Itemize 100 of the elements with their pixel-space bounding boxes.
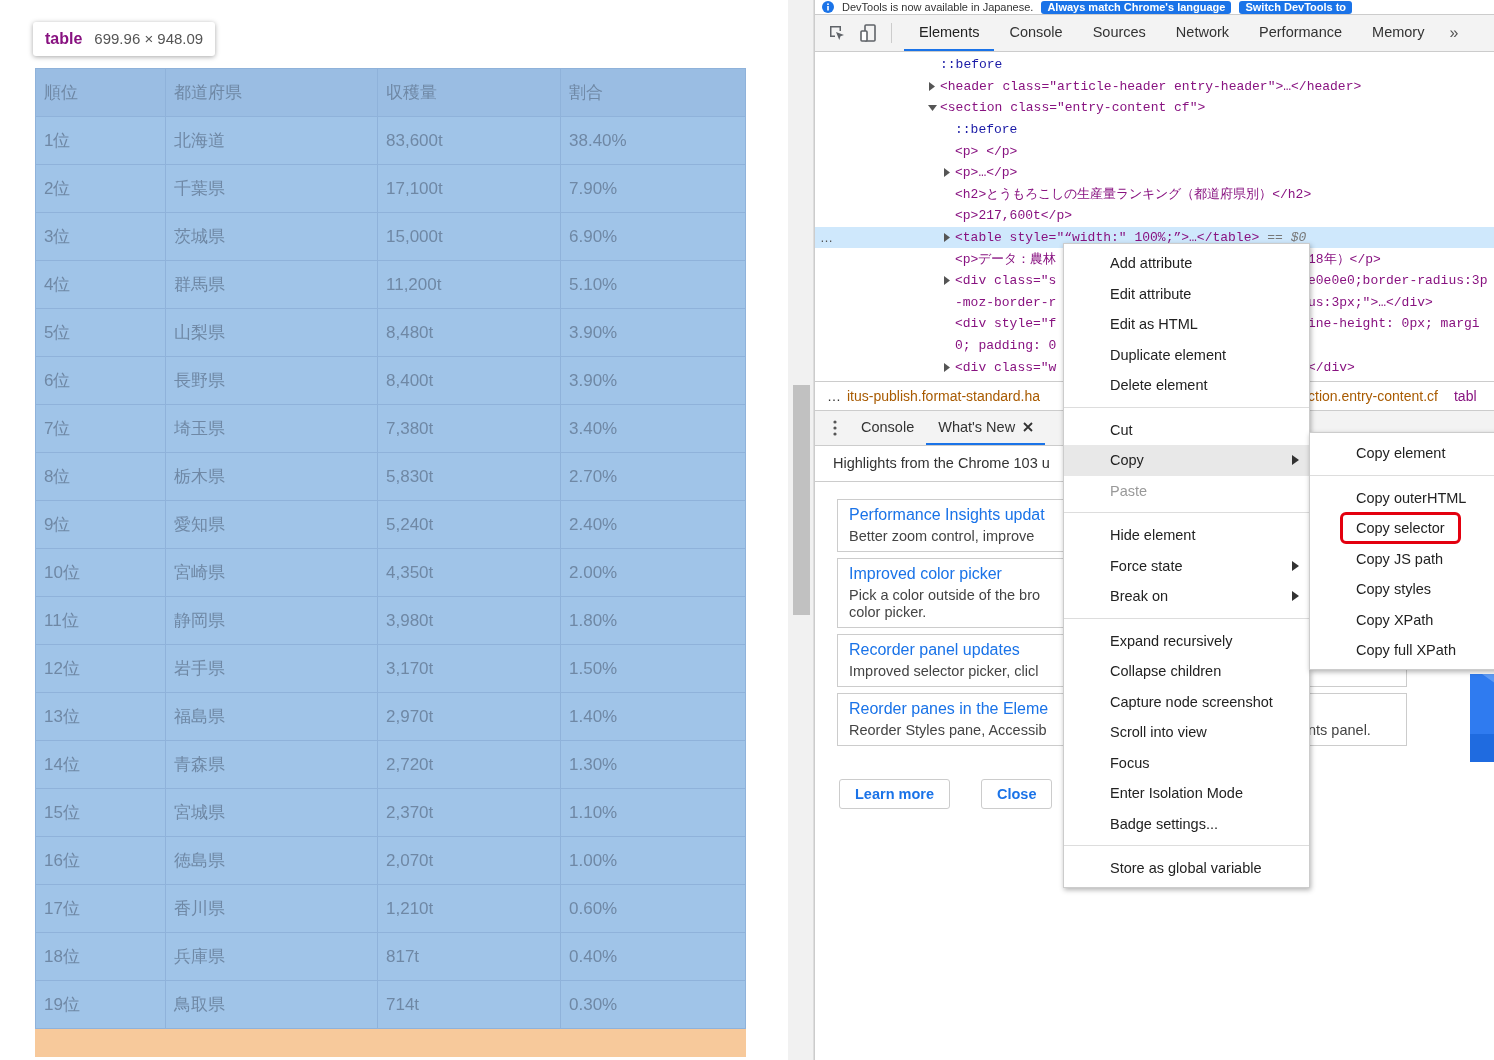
- drawer-button[interactable]: Learn more: [839, 779, 950, 809]
- menu-item[interactable]: Duplicate element: [1064, 339, 1309, 370]
- table-cell: 0.60%: [560, 884, 746, 933]
- code-line: <h2>とうもろこしの生産量ランキング（都道府県別）</h2>: [955, 186, 1312, 204]
- panel-tab[interactable]: Console: [994, 15, 1078, 51]
- menu-item[interactable]: Edit attribute: [1064, 278, 1309, 309]
- panel-tab[interactable]: Sources: [1077, 15, 1161, 51]
- table-cell: 埼玉県: [165, 404, 378, 453]
- table-cell: 千葉県: [165, 164, 378, 213]
- selection-marker: == $0: [1267, 230, 1307, 246]
- table-cell: 3.40%: [560, 404, 746, 453]
- menu-item[interactable]: Delete element: [1064, 370, 1309, 401]
- menu-item[interactable]: Copy full XPath: [1340, 634, 1472, 667]
- menu-label: Badge settings...: [1110, 815, 1218, 832]
- scrollbar-thumb[interactable]: [793, 385, 810, 615]
- menu-item[interactable]: Hide element: [1064, 520, 1309, 551]
- more-menu-icon[interactable]: [833, 420, 837, 436]
- table-cell: 8,400t: [377, 356, 561, 405]
- menu-label: Edit as HTML: [1110, 316, 1198, 333]
- table-cell: 静岡県: [165, 596, 378, 645]
- menu-item[interactable]: Edit as HTML: [1064, 309, 1309, 340]
- menu-item[interactable]: Collapse children: [1064, 656, 1309, 687]
- table-cell: 香川県: [165, 884, 378, 933]
- card-title[interactable]: Performance Insights updat: [849, 506, 1045, 524]
- more-dots[interactable]: …: [820, 230, 833, 246]
- table-cell: 1.30%: [560, 740, 746, 789]
- tooltip-size: 699.96 × 948.09: [94, 30, 204, 47]
- panel-tab[interactable]: Network: [1160, 15, 1245, 51]
- panel-tab[interactable]: Memory: [1357, 15, 1440, 51]
- menu-label: Duplicate element: [1110, 346, 1227, 363]
- breadcrumb[interactable]: …: [827, 388, 841, 404]
- menu-item[interactable]: Copy: [1064, 445, 1309, 476]
- expand-arrow-icon[interactable]: [943, 276, 951, 286]
- table-cell: 6位: [35, 356, 166, 405]
- menu-label: Force state: [1110, 557, 1183, 574]
- menu-item[interactable]: Expand recursively: [1064, 625, 1309, 656]
- code-line: <header class="article-header entry-header">…</header>: [940, 78, 1362, 94]
- table-cell: 817t: [377, 932, 561, 981]
- menu-item[interactable]: Capture node screenshot: [1064, 686, 1309, 717]
- more-tabs-button[interactable]: »: [1443, 23, 1465, 43]
- column-header: 割合: [560, 68, 746, 117]
- expand-arrow-icon[interactable]: [943, 168, 951, 178]
- menu-item[interactable]: Scroll into view: [1064, 717, 1309, 748]
- menu-item[interactable]: Copy styles: [1340, 573, 1447, 606]
- menu-label: Hide element: [1110, 527, 1196, 544]
- drawer-tab[interactable]: What's New: [926, 411, 1046, 445]
- column-header: 都道府県: [165, 68, 378, 117]
- table-cell: 青森県: [165, 740, 378, 789]
- menu-item[interactable]: Focus: [1064, 747, 1309, 778]
- language-button[interactable]: Always match Chrome's language: [1041, 0, 1232, 14]
- table-cell: 7.90%: [560, 164, 746, 213]
- table-cell: 北海道: [165, 116, 378, 165]
- scrollbar[interactable]: [788, 0, 814, 1060]
- menu-item[interactable]: Break on: [1064, 581, 1309, 612]
- close-icon[interactable]: [1023, 422, 1034, 432]
- menu-item[interactable]: Copy selector: [1340, 512, 1461, 545]
- drawer-button[interactable]: Close: [981, 779, 1053, 809]
- menu-item[interactable]: Force state: [1064, 550, 1309, 581]
- table-cell: 宮城県: [165, 788, 378, 837]
- menu-label: Enter Isolation Mode: [1110, 785, 1243, 802]
- menu-label: Capture node screenshot: [1110, 693, 1273, 710]
- info-message: DevTools is now available in Japanese.: [842, 1, 1034, 13]
- menu-item[interactable]: Cut: [1064, 414, 1309, 445]
- card-title[interactable]: Improved color picker: [849, 565, 1002, 583]
- selected-row[interactable]: … <table style="“width:" 100%;”>…</table> == $0: [815, 226, 1494, 249]
- table-cell: 0.40%: [560, 932, 746, 981]
- menu-item[interactable]: Copy XPath: [1340, 603, 1450, 636]
- menu-item[interactable]: Copy outerHTML: [1340, 481, 1483, 514]
- panel-tab[interactable]: Performance: [1244, 15, 1358, 51]
- code-line: <p>…</p>: [955, 165, 1018, 181]
- breadcrumb[interactable]: tabl: [1453, 388, 1477, 404]
- card-title[interactable]: Recorder panel updates: [849, 641, 1020, 659]
- menu-item[interactable]: Enter Isolation Mode: [1064, 778, 1309, 809]
- code-line: us:3px;">…</div>: [1308, 294, 1433, 310]
- menu-item[interactable]: Badge settings...: [1064, 808, 1309, 839]
- device-icon[interactable]: [859, 23, 879, 43]
- table-cell: 群馬県: [165, 260, 378, 309]
- table-cell: 19位: [35, 980, 166, 1029]
- expand-arrow-icon[interactable]: [943, 362, 951, 372]
- collapse-arrow-icon[interactable]: [928, 104, 937, 112]
- breadcrumb[interactable]: ction.entry-content.cf: [1308, 388, 1438, 404]
- panel-tab[interactable]: Elements: [904, 15, 995, 51]
- expand-arrow-icon[interactable]: [943, 233, 951, 243]
- breadcrumb[interactable]: itus-publish.format-standard.ha: [847, 388, 1040, 404]
- card-description: color picker.: [849, 604, 928, 621]
- table-cell: 福島県: [165, 692, 378, 741]
- table-cell: 2,070t: [377, 836, 561, 885]
- table-cell: 愛知県: [165, 500, 378, 549]
- expand-arrow-icon[interactable]: [928, 81, 936, 91]
- table-cell: 5.10%: [560, 260, 746, 309]
- language-button[interactable]: Switch DevTools to: [1239, 0, 1353, 14]
- menu-item[interactable]: Copy JS path: [1340, 542, 1460, 575]
- menu-item[interactable]: Store as global variable: [1064, 853, 1309, 884]
- table-cell: 栃木県: [165, 452, 378, 501]
- menu-item[interactable]: Add attribute: [1064, 248, 1309, 279]
- card-title[interactable]: Reorder panes in the Eleme: [849, 700, 1049, 718]
- table-cell: 2.00%: [560, 548, 746, 597]
- drawer-tab[interactable]: Console: [849, 411, 927, 445]
- card-description: Better zoom control, improve: [849, 528, 1036, 545]
- tooltip-tag: table: [45, 30, 83, 48]
